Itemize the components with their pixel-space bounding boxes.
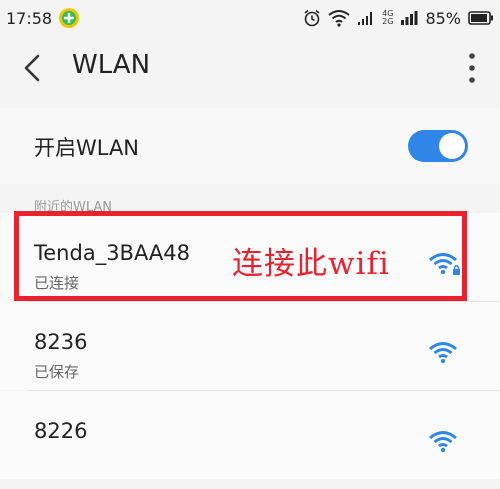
cell-signal-icon: [401, 11, 418, 25]
battery-icon: [468, 11, 493, 25]
more-options-icon[interactable]: [468, 50, 476, 86]
wifi-status-icon: [328, 10, 350, 27]
app-notification-icon: [59, 8, 80, 28]
network-row[interactable]: 8226: [0, 391, 500, 479]
network-name: 8236: [34, 330, 88, 354]
page-title: WLAN: [72, 50, 151, 80]
wlan-toggle-row[interactable]: 开启WLAN: [0, 108, 500, 184]
wlan-switch[interactable]: [408, 130, 468, 162]
annotation-text: 连接此wifi: [232, 246, 390, 282]
status-right: 4G 2G 85%: [303, 9, 494, 28]
wlan-switch-knob: [439, 133, 465, 159]
network-status: 已保存: [34, 363, 80, 381]
status-bar: 17:58 4G 2G 85%: [0, 0, 500, 36]
wifi-icon: [429, 342, 457, 364]
signal-dots-icon: [358, 12, 373, 25]
app-bar: WLAN: [0, 36, 500, 100]
network-row[interactable]: 8236 已保存: [0, 302, 500, 390]
network-type: 4G 2G: [382, 10, 393, 26]
back-arrow-icon[interactable]: [18, 52, 48, 84]
battery-percent: 85%: [425, 8, 461, 28]
alarm-icon: [304, 9, 320, 27]
wifi-icon: [429, 431, 457, 453]
network-name: 8226: [34, 419, 88, 443]
wlan-toggle-label: 开启WLAN: [34, 136, 140, 160]
status-left: 17:58: [6, 7, 80, 29]
network-type-bottom: 2G: [382, 17, 394, 26]
status-time: 17:58: [6, 8, 53, 28]
